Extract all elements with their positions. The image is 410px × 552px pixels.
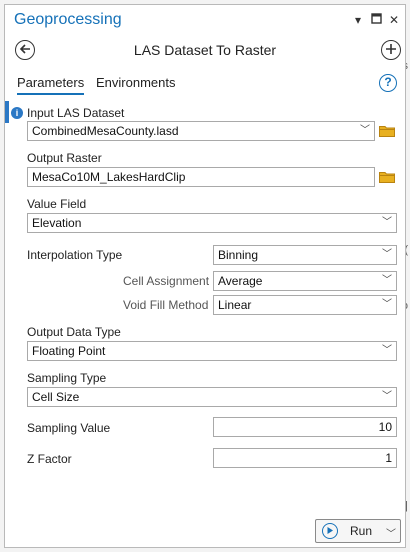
pane-title: Geoprocessing: [14, 11, 122, 28]
z-factor-value: 1: [385, 451, 392, 465]
add-button[interactable]: [381, 40, 401, 60]
help-icon[interactable]: ?: [379, 74, 397, 92]
sampling-type-label: Sampling Type: [27, 371, 107, 385]
z-factor-label: Z Factor: [27, 452, 72, 466]
cell-assignment-value: Average: [218, 274, 263, 288]
cell-assignment-label: Cell Assignment: [123, 274, 210, 288]
tab-bar: Parameters Environments ?: [5, 71, 405, 97]
run-icon: [322, 523, 338, 539]
close-icon[interactable]: ✕: [387, 13, 401, 27]
value-field-dropdown[interactable]: Elevation ﹀: [27, 213, 397, 233]
chevron-down-icon: ﹀: [382, 217, 392, 228]
output-dtype-label: Output Data Type: [27, 325, 121, 339]
sampling-type-value: Cell Size: [32, 390, 80, 404]
maximize-icon[interactable]: [369, 13, 383, 27]
input-las-value: CombinedMesaCounty.lasd: [32, 124, 179, 138]
input-las-label: Input LAS Dataset: [27, 106, 125, 120]
folder-icon[interactable]: [379, 171, 395, 183]
chevron-down-icon: ﹀: [382, 345, 392, 356]
chevron-down-icon: ﹀: [382, 275, 392, 286]
tab-parameters[interactable]: Parameters: [17, 75, 85, 95]
chevron-down-icon: ﹀: [382, 391, 392, 402]
value-field-label: Value Field: [27, 197, 87, 211]
input-las-dropdown[interactable]: CombinedMesaCounty.lasd ﹀: [27, 121, 375, 141]
chevron-down-icon[interactable]: ﹀: [386, 525, 396, 540]
tool-title: LAS Dataset To Raster: [133, 42, 277, 58]
folder-icon[interactable]: [379, 125, 395, 137]
pane-options-icon[interactable]: ▾: [351, 13, 365, 27]
sampling-value-input[interactable]: 10: [213, 417, 397, 437]
geoprocessing-pane: Geoprocessing ▾ ✕ LAS Dataset To Raster …: [4, 4, 406, 548]
output-dtype-value: Floating Point: [32, 344, 106, 358]
void-fill-dropdown[interactable]: Linear ﹀: [213, 295, 397, 315]
interp-type-dropdown[interactable]: Binning ﹀: [213, 245, 397, 265]
void-fill-label: Void Fill Method: [123, 298, 209, 312]
run-button[interactable]: Run ﹀: [315, 519, 401, 543]
plus-icon: [386, 44, 396, 54]
output-raster-input[interactable]: MesaCo10M_LakesHardClip: [27, 167, 375, 187]
run-label: Run: [350, 524, 373, 538]
output-raster-value: MesaCo10M_LakesHardClip: [32, 170, 186, 184]
output-dtype-dropdown[interactable]: Floating Point ﹀: [27, 341, 397, 361]
chevron-down-icon: ﹀: [382, 299, 392, 310]
value-field-value: Elevation: [32, 216, 82, 230]
z-factor-input[interactable]: 1: [213, 448, 397, 468]
interp-type-value: Binning: [218, 248, 259, 262]
sampling-type-dropdown[interactable]: Cell Size ﹀: [27, 387, 397, 407]
interp-type-label: Interpolation Type: [27, 248, 123, 262]
info-icon[interactable]: i: [11, 107, 23, 119]
void-fill-value: Linear: [218, 298, 252, 312]
tab-environments[interactable]: Environments: [96, 75, 175, 90]
cell-assignment-dropdown[interactable]: Average ﹀: [213, 271, 397, 291]
chevron-down-icon: ﹀: [382, 249, 392, 260]
parameter-status-bar: [5, 101, 9, 123]
chevron-down-icon: ﹀: [360, 125, 370, 136]
sampling-value-value: 10: [378, 420, 392, 434]
sampling-value-label: Sampling Value: [27, 421, 111, 435]
tool-header: LAS Dataset To Raster: [5, 35, 405, 69]
output-raster-label: Output Raster: [27, 151, 102, 165]
pane-titlebar: Geoprocessing ▾ ✕: [5, 5, 405, 35]
